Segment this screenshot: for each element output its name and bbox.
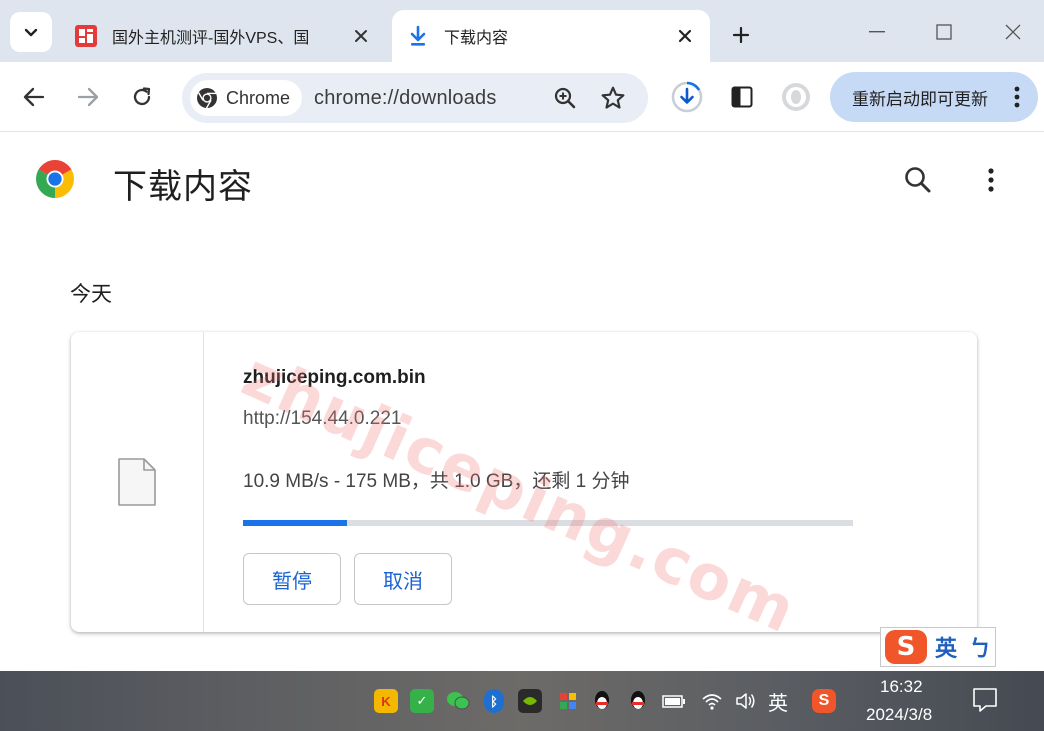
tab-title: 下载内容: [444, 30, 509, 47]
ime-toolbar: S 英 ㄅ: [880, 627, 996, 667]
security-check-icon[interactable]: ✓: [410, 689, 434, 713]
zoom-in-icon: [554, 87, 576, 109]
app-grid-icon[interactable]: [556, 689, 580, 713]
site-info-chip[interactable]: Chrome: [190, 80, 303, 116]
star-icon: [601, 86, 625, 109]
plus-icon: [732, 26, 750, 44]
cancel-button[interactable]: 取消: [354, 553, 452, 605]
zoom-button[interactable]: [550, 83, 580, 113]
notification-icon[interactable]: [972, 687, 998, 713]
battery-icon[interactable]: [662, 689, 686, 713]
update-label: 重新启动即可更新: [852, 89, 988, 109]
file-icon: [118, 458, 156, 506]
side-panel-icon: [731, 86, 753, 108]
maximize-icon: [936, 24, 952, 40]
wifi-icon[interactable]: [700, 689, 724, 713]
chevron-down-icon: [24, 28, 38, 37]
progress-fill: [243, 520, 347, 526]
chip-label: Chrome: [226, 87, 291, 108]
tab-active[interactable]: 下载内容: [392, 10, 710, 62]
nvidia-icon[interactable]: [518, 689, 542, 713]
sogou-ime-logo[interactable]: S: [885, 630, 927, 664]
update-button[interactable]: 重新启动即可更新: [830, 72, 1038, 122]
reload-button[interactable]: [124, 79, 160, 115]
volume-icon[interactable]: [734, 689, 758, 713]
toolbar: Chrome chrome://downloads 重新启动即可更新: [0, 62, 1044, 132]
downloads-button[interactable]: [669, 79, 705, 115]
close-window-button[interactable]: [998, 18, 1028, 46]
tab-title: 国外主机测评-国外VPS、国: [112, 30, 310, 47]
search-icon[interactable]: [902, 164, 934, 196]
bluetooth-icon[interactable]: ᛒ: [484, 689, 504, 713]
new-tab-button[interactable]: [726, 20, 756, 50]
arrow-right-icon: [77, 87, 99, 107]
chrome-logo-icon: [36, 160, 74, 198]
tab-search-button[interactable]: [10, 12, 52, 52]
url-text[interactable]: chrome://downloads: [314, 87, 497, 110]
qq-icon[interactable]: [626, 689, 650, 713]
minimize-button[interactable]: [862, 18, 892, 46]
taskbar: K ✓ ᛒ 英 S 16:32 2024/3/8: [0, 671, 1044, 731]
chrome-icon: [197, 88, 217, 109]
avatar-icon: [782, 83, 810, 111]
tab-close-button[interactable]: [674, 25, 696, 47]
forward-button[interactable]: [70, 79, 106, 115]
ime-language-toggle[interactable]: 英: [935, 631, 957, 663]
minimize-icon: [869, 31, 885, 33]
more-vert-icon: [988, 168, 994, 192]
tab-strip: 国外主机测评-国外VPS、国 下载内容: [0, 0, 1044, 62]
reload-icon: [133, 87, 151, 106]
bookmark-button[interactable]: [598, 83, 628, 113]
close-icon: [678, 29, 692, 43]
wechat-icon[interactable]: [446, 689, 470, 713]
back-button[interactable]: [16, 79, 52, 115]
close-icon: [355, 30, 367, 42]
date-section-label: 今天: [70, 283, 112, 306]
profile-button[interactable]: [778, 79, 814, 115]
clock-time[interactable]: 16:32: [880, 677, 923, 697]
tab-close-button[interactable]: [350, 25, 372, 47]
tab-inactive[interactable]: 国外主机测评-国外VPS、国: [60, 10, 386, 62]
arrow-left-icon: [23, 87, 45, 107]
page-title: 下载内容: [113, 168, 253, 206]
download-progress-icon: [671, 81, 703, 113]
more-menu-button[interactable]: [978, 165, 1004, 195]
site-favicon-icon: [74, 24, 98, 48]
omnibox[interactable]: Chrome chrome://downloads: [182, 73, 648, 123]
close-icon: [1005, 24, 1021, 40]
qq-icon[interactable]: [590, 689, 614, 713]
kugou-icon[interactable]: K: [374, 689, 398, 713]
more-vert-icon: [1014, 86, 1020, 108]
maximize-button[interactable]: [929, 18, 959, 46]
ime-punctuation-toggle[interactable]: ㄅ: [969, 631, 991, 663]
ime-indicator[interactable]: 英: [768, 687, 788, 716]
pause-button[interactable]: 暂停: [243, 553, 341, 605]
side-panel-button[interactable]: [724, 79, 760, 115]
sogou-tray-icon[interactable]: S: [812, 689, 836, 713]
clock-date[interactable]: 2024/3/8: [866, 705, 932, 725]
downloads-header: 下载内容: [0, 132, 1044, 228]
download-icon: [406, 24, 430, 48]
file-icon-column: [71, 332, 204, 632]
